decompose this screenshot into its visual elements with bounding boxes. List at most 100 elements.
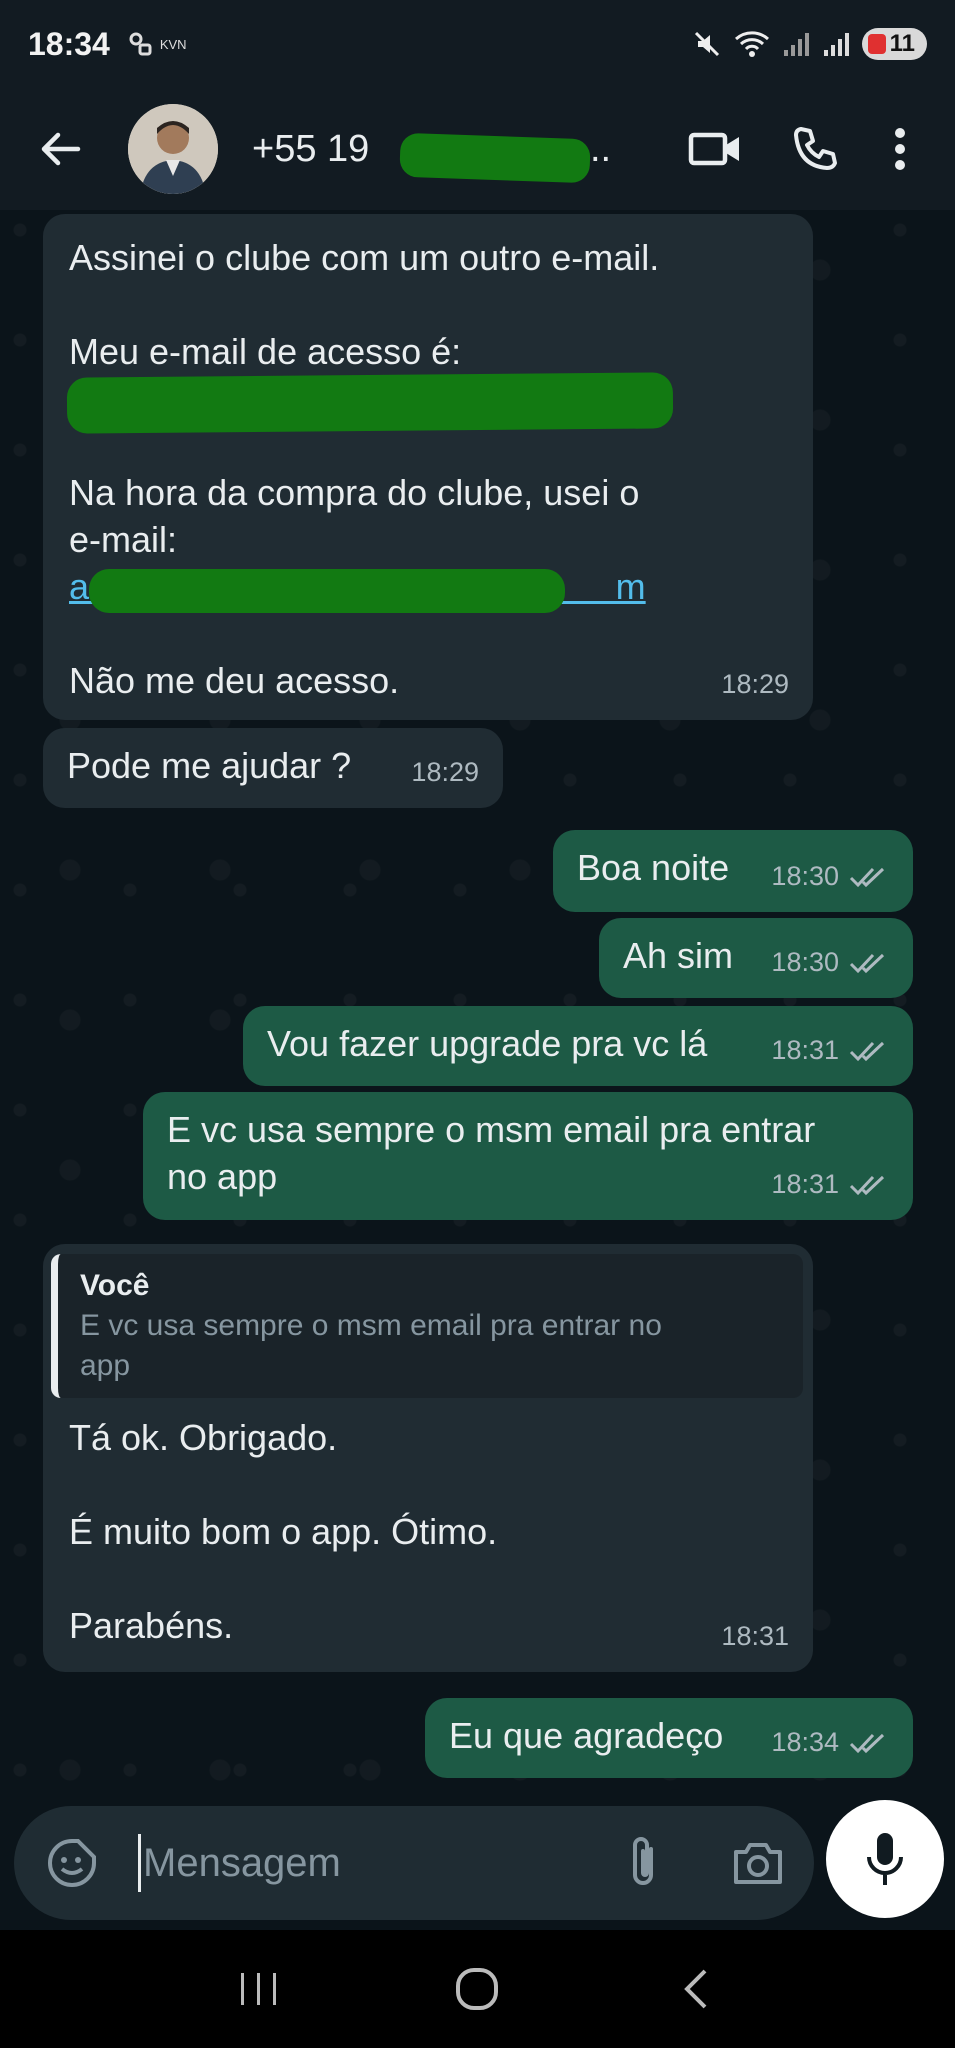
- message-time: 18:29: [411, 749, 479, 796]
- voice-call-icon: [794, 127, 837, 170]
- key-icon: [129, 32, 152, 56]
- message-time: 18:29: [721, 661, 789, 708]
- status-time: 18:34: [28, 25, 110, 62]
- message-time: 18:31: [721, 1613, 789, 1660]
- incoming-message[interactable]: Pode me ajudar ? 18:29: [43, 728, 503, 808]
- chevron-left-icon: [683, 1969, 707, 2009]
- recents-button[interactable]: [219, 1949, 299, 2029]
- contact-name-ellipsis: ..: [590, 127, 612, 170]
- header-actions: [665, 109, 935, 189]
- avatar-photo: [128, 104, 218, 194]
- reply-body: Tá ok. Obrigado. É muito bom o app. Ótim…: [51, 1414, 803, 1649]
- message-text: Boa noite: [577, 847, 730, 888]
- message-line: Não me deu acesso.: [69, 660, 400, 701]
- redaction-mark: [399, 132, 591, 183]
- message-line: E vc usa sempre o msm email pra entrar: [167, 1109, 816, 1150]
- read-receipt-icon: [849, 867, 885, 887]
- message-time-text: 18:31: [721, 1621, 789, 1651]
- quoted-message[interactable]: Você E vc usa sempre o msm email pra ent…: [51, 1254, 803, 1398]
- video-call-icon: [688, 132, 739, 166]
- outgoing-message[interactable]: Eu que agradeço 18:34: [425, 1698, 913, 1778]
- message-line: É muito bom o app. Ótimo.: [69, 1511, 498, 1552]
- read-receipt-icon: [849, 1733, 885, 1753]
- text-cursor: [138, 1834, 141, 1892]
- message-line-redacted: [66, 372, 789, 434]
- status-right-icons: 11: [692, 28, 927, 60]
- signal-icon: [823, 33, 849, 56]
- message-time: 18:30: [771, 853, 889, 900]
- message-time-text: 18:34: [771, 1727, 839, 1757]
- message-line: [69, 1555, 803, 1602]
- message-line: Na hora da compra do clube, usei o: [69, 472, 640, 513]
- message-time-text: 18:29: [721, 669, 789, 699]
- quoted-text-line: E vc usa sempre o msm email pra entrar n…: [80, 1309, 662, 1342]
- more-options-button[interactable]: [865, 109, 935, 189]
- voice-call-button[interactable]: [765, 109, 865, 189]
- message-time-text: 18:31: [771, 1035, 839, 1065]
- message-composer: [0, 1800, 955, 1930]
- message-line: Assinei o clube com um outro e-mail.: [69, 237, 660, 278]
- contact-avatar[interactable]: [128, 104, 218, 194]
- attach-button[interactable]: [613, 1833, 673, 1893]
- system-back-button[interactable]: [656, 1949, 736, 2029]
- message-time-text: 18:31: [771, 1169, 839, 1199]
- redaction-mark: [66, 372, 674, 434]
- mute-icon: [694, 31, 719, 57]
- message-text: Pode me ajudar ?: [67, 745, 352, 786]
- status-left-icons: KVN: [128, 31, 187, 57]
- contact-name[interactable]: +55 19..: [252, 127, 612, 183]
- signal-icon: [783, 33, 809, 56]
- chat-header: +55 19..: [0, 88, 955, 210]
- message-line: [69, 281, 789, 328]
- message-line: [69, 1461, 803, 1508]
- read-receipt-icon: [849, 953, 885, 973]
- message-time-text: 18:29: [411, 757, 479, 787]
- system-navigation-bar: [0, 1930, 955, 2048]
- incoming-message[interactable]: Assinei o clube com um outro e-mail. Meu…: [43, 214, 813, 720]
- message-time-text: 18:30: [771, 861, 839, 891]
- message-time: 18:30: [771, 939, 889, 986]
- message-line: Tá ok. Obrigado.: [69, 1417, 338, 1458]
- contact-name-text: +55 19: [252, 127, 370, 170]
- vpn-label: KVN: [159, 36, 187, 52]
- chat-messages[interactable]: Assinei o clube com um outro e-mail. Meu…: [0, 210, 955, 1806]
- back-arrow-icon: [41, 132, 81, 166]
- message-line: e-mail:: [69, 519, 178, 560]
- wifi-icon: [734, 31, 769, 57]
- email-link-line: a @ m: [69, 563, 789, 613]
- message-time-text: 18:30: [771, 947, 839, 977]
- status-bar: 18:34 KVN 11: [0, 0, 955, 88]
- video-call-button[interactable]: [665, 109, 765, 189]
- message-time: 18:31: [771, 1161, 889, 1208]
- home-icon: [456, 1968, 499, 2010]
- message-time: 18:34: [771, 1719, 889, 1766]
- message-field[interactable]: [14, 1806, 814, 1920]
- quoted-author: Você: [80, 1269, 150, 1302]
- message-input[interactable]: [143, 1840, 583, 1886]
- incoming-reply-message[interactable]: Você E vc usa sempre o msm email pra ent…: [43, 1244, 813, 1672]
- outgoing-message[interactable]: Boa noite 18:30: [553, 830, 913, 912]
- camera-icon: [734, 1843, 782, 1884]
- message-time: 18:31: [771, 1027, 889, 1074]
- message-line: Meu e-mail de acesso é:: [69, 331, 462, 372]
- mic-icon: [867, 1833, 903, 1885]
- message-line: [69, 610, 789, 657]
- recents-icon: [241, 1973, 277, 2005]
- more-vert-icon: [895, 128, 905, 170]
- redaction-mark: [89, 569, 565, 613]
- quoted-text-line: app: [80, 1349, 131, 1382]
- back-button[interactable]: [30, 119, 90, 179]
- emoji-button[interactable]: [42, 1833, 102, 1893]
- whatsapp-chat-screen: 18:34 KVN 11 +55 19.. Assinei o clube co…: [0, 0, 955, 2048]
- message-text: Vou fazer upgrade pra vc lá: [267, 1023, 708, 1064]
- outgoing-message[interactable]: E vc usa sempre o msm email pra entrar n…: [143, 1092, 913, 1220]
- camera-button[interactable]: [723, 1833, 793, 1893]
- battery-indicator: 11: [861, 28, 927, 60]
- home-button[interactable]: [437, 1949, 517, 2029]
- outgoing-message[interactable]: Ah sim 18:30: [599, 918, 913, 998]
- voice-message-button[interactable]: [826, 1800, 944, 1918]
- outgoing-message[interactable]: Vou fazer upgrade pra vc lá 18:31: [243, 1006, 913, 1086]
- emoji-sticker-icon: [48, 1839, 96, 1887]
- read-receipt-icon: [849, 1175, 885, 1195]
- read-receipt-icon: [849, 1041, 885, 1061]
